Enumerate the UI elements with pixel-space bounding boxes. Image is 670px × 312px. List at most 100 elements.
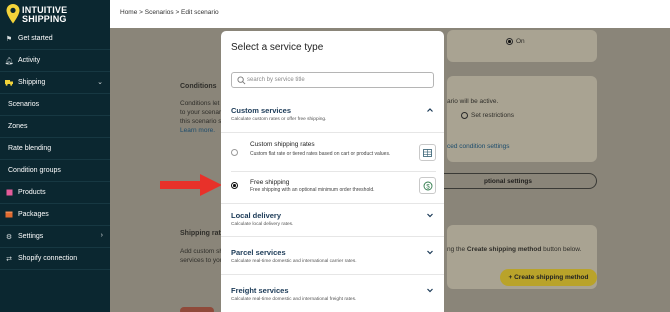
create-hint: ng the Create shipping method button bel… (447, 246, 581, 253)
divider (231, 171, 436, 172)
section-subtitle: Calculate local delivery rates. (231, 222, 294, 227)
optional-settings-label: ptional settings (483, 177, 533, 185)
sidebar-item-scenarios[interactable]: Scenarios (0, 94, 110, 116)
set-restrictions-radio[interactable] (461, 112, 468, 119)
link-icon: ⇄ (6, 255, 12, 263)
option-description: Free shipping with an optional minimum o… (250, 187, 375, 193)
status-panel (447, 30, 597, 62)
box-icon (5, 189, 13, 197)
section-custom-services[interactable]: Custom services Calculate custom rates o… (231, 106, 436, 126)
divider (221, 236, 444, 237)
chevron-down-icon: ⌄ (97, 79, 103, 86)
add-custom-text: Add custom sh (180, 248, 223, 255)
sidebar: INTUITIVE SHIPPING ⚑ Get started 🔔︎ Acti… (0, 0, 110, 312)
sidebar-item-zones[interactable]: Zones (0, 116, 110, 138)
section-title: Custom services (231, 106, 292, 115)
active-text: ario will be active. (447, 98, 499, 105)
conditions-text: this scenario sh (180, 118, 226, 125)
option-icon-box (419, 144, 436, 161)
create-hint-pre: ng the (447, 246, 467, 253)
section-local-delivery[interactable]: Local delivery Calculate local delivery … (231, 211, 436, 231)
sidebar-nav: ⚑ Get started 🔔︎ Activity Shipping ⌄ Sce… (0, 28, 110, 270)
free-shipping-radio[interactable] (231, 182, 238, 189)
logo-line-2: SHIPPING (22, 14, 67, 24)
sidebar-item-shopify-connection[interactable]: ⇄ Shopify connection (0, 248, 110, 270)
modal-title: Select a service type (231, 42, 324, 53)
breadcrumb[interactable]: Home > Scenarios > Edit scenario (120, 9, 219, 16)
optional-settings-button[interactable]: ptional settings (420, 173, 597, 189)
chevron-right-icon: › (100, 232, 103, 239)
sidebar-item-products[interactable]: Products (0, 182, 110, 204)
truck-icon (5, 79, 13, 87)
search-placeholder: search by service title (247, 76, 305, 83)
sidebar-item-label: Zones (8, 123, 28, 130)
create-hint-post: button below. (541, 246, 582, 253)
logo[interactable]: INTUITIVE SHIPPING (4, 4, 108, 26)
on-radio[interactable] (506, 38, 513, 45)
create-shipping-method-button[interactable]: + Create shipping method (500, 269, 597, 286)
search-input[interactable]: search by service title (231, 72, 434, 88)
table-icon (423, 148, 432, 157)
logo-text: INTUITIVE SHIPPING (22, 6, 67, 24)
shipping-rates-heading: Shipping rat (180, 230, 221, 237)
section-title: Local delivery (231, 211, 282, 220)
dollar-cycle-icon: $ (423, 181, 432, 190)
section-freight-services[interactable]: Freight services Calculate real-time dom… (231, 286, 436, 306)
section-title: Parcel services (231, 248, 286, 257)
custom-shipping-rates-radio[interactable] (231, 149, 238, 156)
option-icon-box: $ (419, 177, 436, 194)
add-custom-text: services to you (180, 257, 224, 264)
sidebar-item-label: Shipping (18, 79, 46, 86)
search-icon (237, 76, 246, 85)
option-title: Custom shipping rates (250, 141, 315, 148)
learn-more-link[interactable]: Learn more. (180, 127, 215, 134)
sidebar-item-rate-blending[interactable]: Rate blending (0, 138, 110, 160)
sidebar-item-get-started[interactable]: ⚑ Get started (0, 28, 110, 50)
sidebar-item-label: Rate blending (8, 145, 52, 152)
section-subtitle: Calculate custom rates or offer free shi… (231, 117, 327, 122)
sidebar-item-label: Get started (18, 35, 53, 42)
section-subtitle: Calculate real-time domestic and interna… (231, 297, 357, 302)
sidebar-item-label: Scenarios (8, 101, 40, 108)
sidebar-item-activity[interactable]: 🔔︎ Activity (0, 50, 110, 72)
package-icon (5, 211, 13, 219)
partial-button[interactable] (180, 307, 214, 312)
gear-icon: ⚙ (5, 233, 13, 241)
section-parcel-services[interactable]: Parcel services Calculate real-time dome… (231, 248, 436, 268)
sidebar-item-label: Condition groups (8, 167, 61, 174)
create-hint-bold: Create shipping method (466, 246, 542, 253)
flag-icon: ⚑ (5, 35, 13, 43)
bell-icon: 🔔︎ (4, 57, 14, 65)
section-subtitle: Calculate real-time domestic and interna… (231, 259, 357, 264)
conditions-text: Conditions let y (180, 100, 225, 107)
on-label: On (516, 38, 525, 45)
option-custom-shipping-rates[interactable]: Custom shipping rates Custom flat rate o… (231, 141, 436, 167)
condition-settings-link[interactable]: ced condition settings (447, 143, 510, 150)
chevron-down-icon (427, 250, 433, 255)
top-bar: Home > Scenarios > Edit scenario (110, 0, 670, 28)
option-description: Custom flat rate or tiered rates based o… (250, 151, 391, 157)
red-arrow-annotation (160, 174, 222, 196)
chevron-up-icon (427, 108, 433, 112)
sidebar-item-label: Products (18, 189, 46, 196)
map-pin-icon (6, 4, 20, 24)
sidebar-item-settings[interactable]: ⚙ Settings › (0, 226, 110, 248)
divider (221, 274, 444, 275)
divider (221, 203, 444, 204)
sidebar-item-packages[interactable]: Packages (0, 204, 110, 226)
conditions-heading: Conditions (180, 83, 217, 90)
set-restrictions-label: Set restrictions (471, 112, 514, 119)
conditions-text: to your scenari (180, 109, 223, 116)
sidebar-item-shipping[interactable]: Shipping ⌄ (0, 72, 110, 94)
sidebar-item-label: Packages (18, 211, 49, 218)
option-free-shipping[interactable]: Free shipping Free shipping with an opti… (231, 177, 436, 201)
chevron-down-icon (427, 213, 433, 218)
select-service-modal: Select a service type search by service … (221, 31, 444, 312)
sidebar-item-label: Activity (18, 57, 41, 64)
sidebar-item-label: Shopify connection (18, 255, 78, 262)
divider (221, 132, 444, 133)
create-shipping-method-label: + Create shipping method (508, 274, 589, 281)
chevron-down-icon (427, 288, 433, 293)
option-title: Free shipping (250, 179, 290, 186)
sidebar-item-condition-groups[interactable]: Condition groups (0, 160, 110, 182)
